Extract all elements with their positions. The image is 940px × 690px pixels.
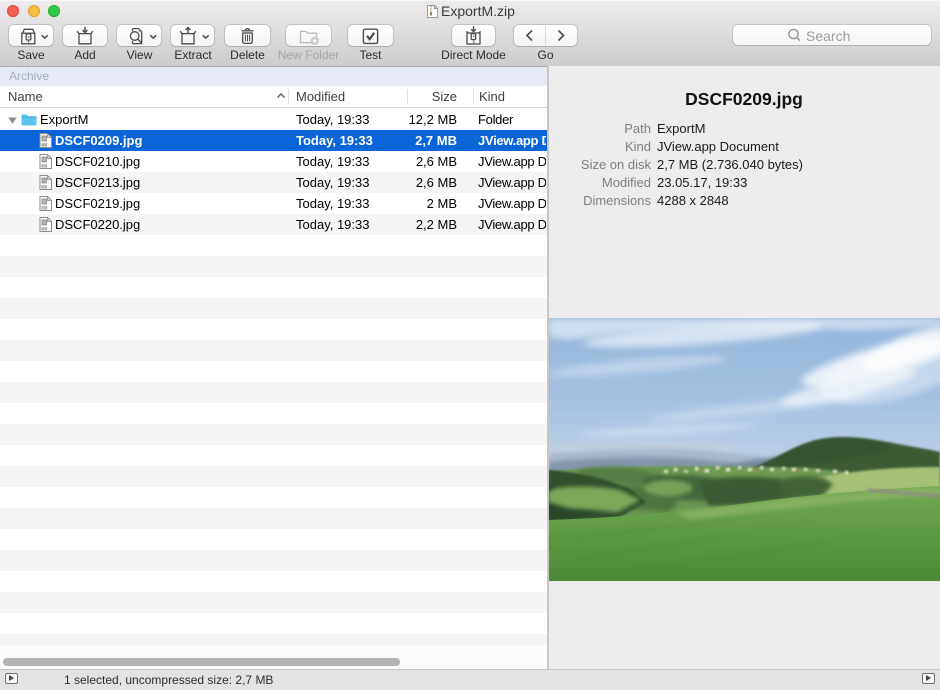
svg-text:PIC: PIC [42,143,46,147]
svg-text:PIC: PIC [42,164,46,168]
svg-text:PIC: PIC [42,185,46,189]
svg-text:PIC: PIC [42,206,46,210]
svg-text:PIC: PIC [42,227,46,231]
